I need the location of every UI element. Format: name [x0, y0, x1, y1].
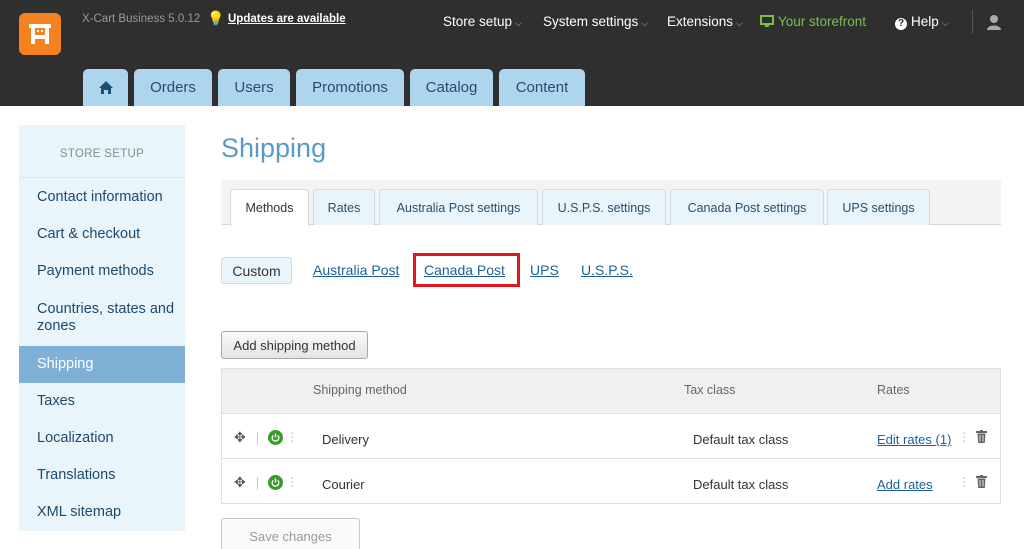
row-menu-dots-icon[interactable]: · · · — [962, 425, 967, 447]
sidebar-item-taxes[interactable]: Taxes — [19, 383, 185, 420]
row-menu-dots-icon[interactable]: · · · — [290, 425, 295, 447]
add-rates-link[interactable]: Add rates — [877, 477, 933, 492]
sidebar-item-payment-methods[interactable]: Payment methods — [19, 253, 185, 290]
trash-icon[interactable] — [976, 475, 987, 488]
help-label: Help — [911, 14, 939, 29]
sidebar-item-contact-information[interactable]: Contact information — [19, 179, 185, 216]
tab-australia-post-settings[interactable]: Australia Post settings — [379, 189, 538, 225]
tax-class: Default tax class — [693, 432, 789, 447]
highlight-box — [413, 253, 520, 287]
chevron-down-icon: ⌵ — [941, 18, 949, 28]
chevron-down-icon: ⌵ — [641, 18, 649, 28]
tab-content[interactable]: Content — [499, 69, 585, 106]
tab-methods[interactable]: Methods — [230, 189, 309, 226]
chevron-down-icon: ⌵ — [736, 18, 743, 28]
store-setup-menu[interactable]: Store setup ⌵ — [443, 14, 522, 29]
sidebar-item-cart-checkout[interactable]: Cart & checkout — [19, 216, 185, 253]
store-setup-label: Store setup — [443, 14, 513, 29]
sidebar-item-shipping[interactable]: Shipping — [19, 346, 185, 383]
help-icon: ? — [895, 18, 907, 30]
tab-usps-settings[interactable]: U.S.P.S. settings — [542, 189, 666, 225]
home-icon — [98, 81, 113, 94]
cart-logo-icon — [29, 24, 51, 44]
separator — [257, 477, 258, 490]
tab-catalog[interactable]: Catalog — [410, 69, 493, 106]
sidebar-item-countries-states-zones[interactable]: Countries, states and zones — [19, 290, 185, 346]
chevron-down-icon: ⌵ — [515, 18, 522, 28]
header-divider — [972, 10, 973, 34]
separator — [257, 432, 258, 445]
lightbulb-icon: 💡 — [207, 10, 225, 26]
carrier-australia-post-link[interactable]: Australia Post — [313, 262, 399, 278]
method-name[interactable]: Delivery — [322, 432, 369, 447]
sidebar-item-xml-sitemap[interactable]: XML sitemap — [19, 494, 185, 531]
tax-class: Default tax class — [693, 477, 789, 492]
storefront-label: Your storefront — [778, 14, 867, 29]
trash-icon[interactable] — [976, 430, 987, 443]
row-menu-dots-icon[interactable]: · · · — [962, 470, 967, 492]
carrier-usps-link[interactable]: U.S.P.S. — [581, 262, 633, 278]
tab-promotions[interactable]: Promotions — [296, 69, 404, 106]
column-tax-class: Tax class — [684, 383, 736, 397]
top-header: X-Cart Business 5.0.12 💡 Updates are ava… — [0, 0, 1024, 106]
power-icon[interactable] — [268, 475, 283, 490]
tab-canada-post-settings[interactable]: Canada Post settings — [670, 189, 824, 225]
carrier-ups-link[interactable]: UPS — [530, 262, 559, 278]
power-icon[interactable] — [268, 430, 283, 445]
column-rates: Rates — [877, 383, 910, 397]
tab-rates[interactable]: Rates — [313, 189, 375, 225]
system-settings-label: System settings — [543, 14, 639, 29]
page-title: Shipping — [221, 133, 327, 163]
storefront-link[interactable]: Your storefront — [760, 14, 866, 29]
system-settings-menu[interactable]: System settings ⌵ — [543, 14, 648, 29]
method-name[interactable]: Courier — [322, 477, 365, 492]
tab-users[interactable]: Users — [218, 69, 290, 106]
xcart-logo[interactable] — [19, 13, 61, 55]
edit-rates-link[interactable]: Edit rates (1) — [877, 432, 951, 447]
tab-home[interactable] — [83, 69, 128, 106]
column-shipping-method: Shipping method — [313, 383, 407, 397]
tab-ups-settings[interactable]: UPS settings — [827, 189, 930, 225]
sidebar-item-translations[interactable]: Translations — [19, 457, 185, 494]
move-icon[interactable]: ✥ — [234, 474, 246, 491]
add-shipping-method-button[interactable]: Add shipping method — [221, 331, 368, 359]
save-changes-button[interactable]: Save changes — [221, 518, 360, 549]
extensions-menu[interactable]: Extensions ⌵ — [667, 14, 743, 29]
sidebar-item-localization[interactable]: Localization — [19, 420, 185, 457]
updates-link[interactable]: Updates are available — [228, 13, 346, 25]
monitor-icon — [760, 15, 774, 27]
user-icon[interactable] — [986, 14, 1002, 30]
row-menu-dots-icon[interactable]: · · · — [290, 470, 295, 492]
store-setup-sidebar: STORE SETUP Contact information Cart & c… — [19, 125, 185, 531]
extensions-label: Extensions — [667, 14, 734, 29]
carrier-custom[interactable]: Custom — [221, 257, 292, 284]
tab-orders[interactable]: Orders — [134, 69, 212, 106]
sidebar-title: STORE SETUP — [19, 125, 185, 178]
version-label: X-Cart Business 5.0.12 — [82, 13, 201, 25]
help-menu[interactable]: ? Help ⌵ — [895, 14, 949, 30]
move-icon[interactable]: ✥ — [234, 429, 246, 446]
